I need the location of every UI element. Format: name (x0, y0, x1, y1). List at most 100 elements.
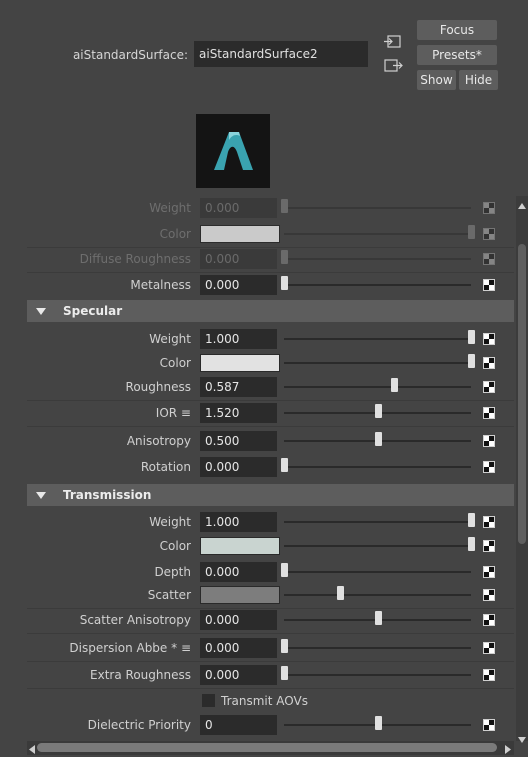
slider-track[interactable] (284, 466, 471, 468)
attribute-row: Weight 1.000 (27, 326, 514, 352)
slider-handle[interactable] (374, 404, 382, 418)
slider-handle[interactable] (468, 537, 475, 551)
map-texture-icon[interactable] (483, 278, 495, 291)
collapse-triangle-icon[interactable] (36, 492, 46, 499)
map-texture-icon[interactable] (483, 381, 495, 393)
slider-handle[interactable] (281, 639, 288, 653)
map-texture-icon[interactable] (483, 461, 495, 473)
map-texture-icon[interactable] (483, 589, 495, 601)
slider-track[interactable] (284, 338, 471, 340)
map-texture-icon[interactable] (483, 614, 495, 626)
slider-handle[interactable] (374, 716, 382, 730)
map-texture-icon[interactable] (483, 407, 495, 419)
value-field[interactable]: 0.500 (200, 431, 277, 451)
attribute-row: Dispersion Abbe * ≡ 0.000 (27, 635, 514, 662)
value-field[interactable]: 1.000 (200, 329, 277, 349)
map-texture-icon[interactable] (483, 333, 495, 345)
value-field[interactable]: 0.587 (200, 377, 277, 397)
output-connections-icon[interactable] (383, 56, 403, 76)
value-field[interactable]: 0.000 (200, 457, 277, 477)
map-texture-icon[interactable] (483, 357, 495, 369)
color-swatch[interactable] (200, 586, 280, 604)
slider-track[interactable] (284, 674, 471, 676)
attribute-label: Weight (149, 201, 191, 215)
value-field[interactable]: 0.000 (200, 610, 277, 630)
map-texture-icon[interactable] (483, 202, 495, 214)
attribute-label: Weight (149, 515, 191, 529)
slider-track[interactable] (284, 386, 471, 388)
scroll-right-icon[interactable] (505, 743, 511, 757)
slider-track[interactable] (284, 545, 471, 547)
slider-track[interactable] (284, 258, 471, 260)
value-field[interactable]: 0.000 (200, 249, 277, 269)
map-texture-icon[interactable] (483, 253, 495, 265)
slider-handle[interactable] (281, 199, 288, 213)
map-texture-icon[interactable] (483, 669, 495, 681)
slider-handle[interactable] (468, 513, 475, 527)
map-texture-icon[interactable] (483, 566, 495, 578)
material-swatch[interactable] (196, 114, 270, 188)
value-field[interactable]: 1.520 (200, 403, 277, 423)
map-texture-icon[interactable] (483, 642, 495, 654)
slider-handle[interactable] (390, 378, 398, 392)
show-button[interactable]: Show (417, 70, 456, 90)
slider-handle[interactable] (281, 666, 288, 680)
node-name-field[interactable]: aiStandardSurface2 (194, 41, 368, 67)
value-field[interactable]: 0.000 (200, 274, 277, 295)
color-swatch[interactable] (200, 537, 280, 555)
node-type-label: aiStandardSurface: (72, 48, 188, 62)
collapse-triangle-icon[interactable] (36, 308, 46, 315)
input-connections-icon[interactable] (383, 32, 403, 52)
value-field[interactable]: 0.000 (200, 665, 277, 685)
section-header-specular[interactable]: Specular (27, 300, 514, 322)
scroll-up-icon[interactable] (518, 198, 526, 212)
transmit-aovs-checkbox[interactable] (202, 694, 215, 707)
map-texture-icon[interactable] (483, 516, 495, 528)
value-field[interactable]: 0.000 (200, 562, 277, 582)
map-texture-icon[interactable] (483, 540, 495, 552)
slider-track[interactable] (284, 283, 471, 286)
color-swatch[interactable] (200, 224, 280, 243)
section-header-transmission[interactable]: Transmission (27, 484, 514, 506)
slider-track[interactable] (284, 362, 471, 364)
attribute-label: Dielectric Priority (87, 718, 191, 732)
slider-track[interactable] (284, 647, 471, 649)
scroll-left-icon[interactable] (29, 743, 35, 757)
slider-handle[interactable] (281, 250, 288, 264)
scroll-down-icon[interactable] (518, 732, 526, 746)
map-texture-icon[interactable] (483, 435, 495, 447)
attribute-row: Anisotropy 0.500 (27, 428, 514, 454)
slider-handle[interactable] (374, 432, 382, 446)
slider-handle[interactable] (337, 586, 345, 600)
presets-button[interactable]: Presets* (417, 45, 497, 65)
value-field[interactable]: 0 (200, 715, 277, 735)
map-texture-icon[interactable] (483, 719, 495, 731)
slider-handle[interactable] (281, 458, 288, 472)
vertical-scroll-thumb[interactable] (518, 244, 526, 544)
attribute-row: Metalness 0.000 (27, 272, 514, 298)
value-field[interactable]: 0.000 (200, 198, 277, 218)
hide-button[interactable]: Hide (459, 70, 498, 90)
slider-track[interactable] (284, 207, 471, 209)
slider-handle[interactable] (281, 275, 288, 290)
slider-handle[interactable] (468, 354, 475, 368)
slider-track[interactable] (284, 571, 471, 573)
value-field[interactable]: 1.000 (200, 512, 277, 532)
attribute-label: IOR ≡ (155, 406, 191, 420)
attribute-row: Dielectric Priority 0 (27, 712, 514, 738)
attribute-label: Color (159, 226, 191, 241)
attribute-label: Diffuse Roughness (79, 252, 191, 266)
horizontal-scroll-thumb[interactable] (37, 743, 497, 752)
slider-track[interactable] (284, 232, 471, 235)
focus-button[interactable]: Focus (417, 20, 497, 40)
attribute-row: Weight 1.000 (27, 509, 514, 535)
color-swatch[interactable] (200, 354, 280, 372)
slider-handle[interactable] (374, 611, 382, 625)
slider-track[interactable] (284, 521, 471, 523)
slider-track[interactable] (284, 594, 471, 596)
slider-handle[interactable] (281, 563, 288, 577)
slider-handle[interactable] (468, 330, 475, 344)
value-field[interactable]: 0.000 (200, 638, 277, 658)
slider-handle[interactable] (468, 224, 475, 239)
map-texture-icon[interactable] (483, 227, 495, 240)
